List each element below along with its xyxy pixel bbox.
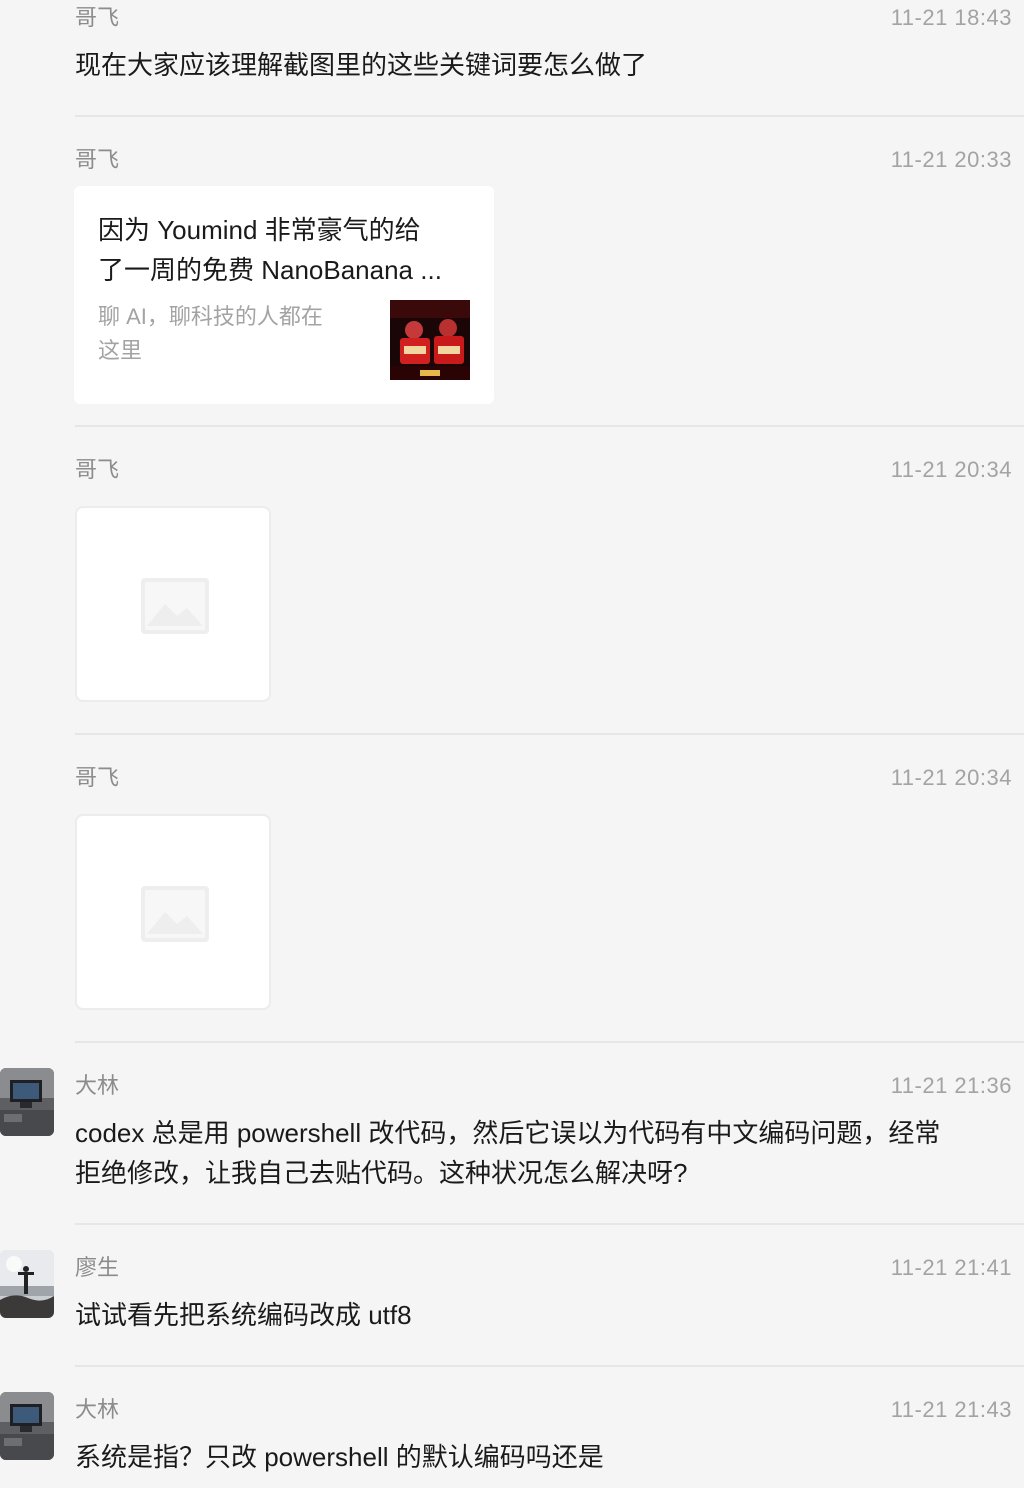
link-card-title-line: 了一周的免费 NanoBanana ... [98, 255, 442, 285]
link-card-thumbnail [390, 300, 470, 380]
sender-name: 廖生 [75, 1255, 120, 1280]
message-time: 11-21 21:43 [890, 1397, 1012, 1422]
sender-name: 哥飞 [75, 5, 120, 30]
message-time: 11-21 21:36 [890, 1073, 1012, 1098]
image-placeholder-icon [141, 578, 209, 634]
avatar[interactable] [0, 1392, 54, 1460]
link-card-description: 聊 AI，聊科技的人都在 这里 [98, 300, 348, 368]
avatar[interactable] [0, 1068, 54, 1136]
avatar[interactable] [0, 1250, 54, 1318]
message-time: 11-21 18:43 [890, 5, 1012, 30]
image-message[interactable] [75, 814, 271, 1010]
message-text[interactable]: codex 总是用 powershell 改代码，然后它误以为代码有中文编码问题… [75, 1113, 1010, 1193]
message-divider [75, 1365, 1024, 1367]
sender-name: 哥飞 [75, 765, 120, 790]
chat-message-list: 哥飞 11-21 18:43 现在大家应该理解截图里的这些关键词要怎么做了 哥飞… [0, 0, 1024, 1488]
message-time: 11-21 20:33 [890, 147, 1012, 172]
message-text-line: 拒绝修改，让我自己去贴代码。这种状况怎么解决呀? [75, 1158, 688, 1188]
message-divider [75, 733, 1024, 735]
message-time: 11-21 20:34 [890, 457, 1012, 482]
message-text[interactable]: 现在大家应该理解截图里的这些关键词要怎么做了 [75, 45, 1010, 85]
message-divider [75, 115, 1024, 117]
sender-name: 大林 [75, 1397, 120, 1422]
sender-name: 哥飞 [75, 147, 120, 172]
message-time: 11-21 21:41 [890, 1255, 1012, 1280]
link-card-desc-line: 聊 AI，聊科技的人都在 [98, 304, 323, 329]
link-card-title-line: 因为 Youmind 非常豪气的给 [98, 215, 421, 245]
message-time: 11-21 20:34 [890, 765, 1012, 790]
message-divider [75, 1223, 1024, 1225]
link-card-desc-line: 这里 [98, 338, 143, 363]
link-card-title: 因为 Youmind 非常豪气的给 了一周的免费 NanoBanana ... [98, 210, 478, 290]
message-text[interactable]: 系统是指？只改 powershell 的默认编码吗还是 [75, 1437, 1010, 1477]
message-text[interactable]: 试试看先把系统编码改成 utf8 [75, 1295, 1010, 1335]
message-text-line: codex 总是用 powershell 改代码，然后它误以为代码有中文编码问题… [75, 1118, 941, 1148]
sender-name: 大林 [75, 1073, 120, 1098]
message-divider [75, 1041, 1024, 1043]
sender-name: 哥飞 [75, 457, 120, 482]
image-message[interactable] [75, 506, 271, 702]
link-card[interactable]: 因为 Youmind 非常豪气的给 了一周的免费 NanoBanana ... … [74, 186, 494, 404]
image-placeholder-icon [141, 886, 209, 942]
message-divider [75, 425, 1024, 427]
